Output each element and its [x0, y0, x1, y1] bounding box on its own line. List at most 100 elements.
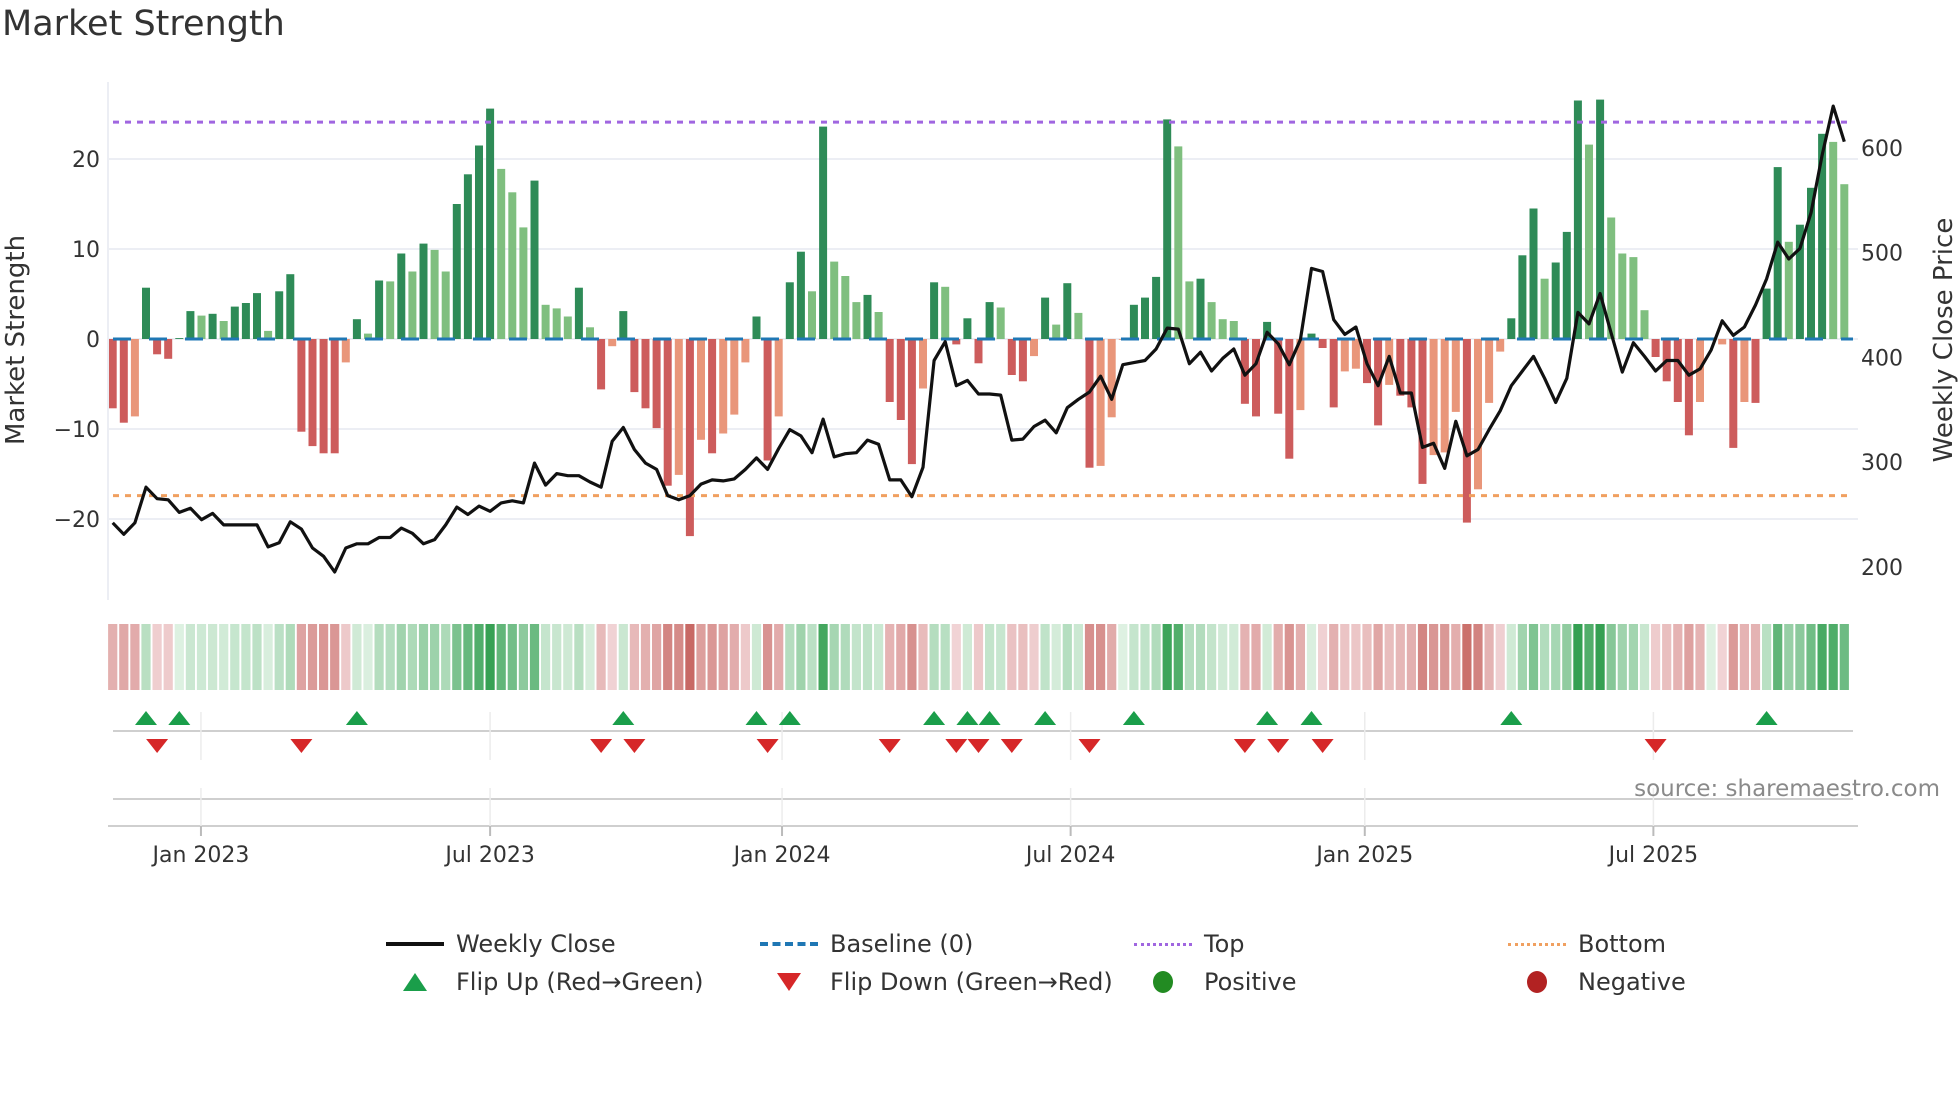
- strength-bar: [352, 319, 361, 339]
- legend-top[interactable]: Top: [1134, 930, 1245, 958]
- heatmap-cell: [1651, 624, 1661, 690]
- heatmap-cell: [1251, 624, 1261, 690]
- heatmap-cell: [1795, 624, 1805, 690]
- heatmap-cell: [1018, 624, 1028, 690]
- legend-flip-down[interactable]: Flip Down (Green→Red): [760, 968, 1113, 996]
- strength-bar: [752, 316, 761, 339]
- heatmap-cell: [718, 624, 728, 690]
- flip-up-marker: [345, 711, 368, 725]
- heatmap-cell: [196, 624, 207, 690]
- flip-down-marker: [756, 739, 779, 753]
- circle-icon: [1134, 971, 1192, 993]
- strength-bar: [319, 339, 328, 454]
- heatmap-cell: [729, 624, 739, 690]
- heatmap-cell: [363, 624, 373, 690]
- heatmap-cell: [330, 624, 340, 690]
- strength-bar: [1063, 283, 1072, 339]
- strength-bar: [286, 274, 295, 339]
- strength-bar: [963, 318, 972, 339]
- strength-bars: [108, 99, 1849, 537]
- heatmap-cell: [1406, 624, 1416, 690]
- strength-bar: [1629, 257, 1638, 339]
- legend-flip-up[interactable]: Flip Up (Red→Green): [386, 968, 704, 996]
- heatmap-cell: [785, 624, 795, 690]
- strength-bar: [497, 168, 506, 339]
- heatmap-cell: [430, 624, 440, 690]
- strength-bar: [1174, 146, 1183, 339]
- heatmap-cell: [452, 624, 462, 690]
- legend-negative[interactable]: Negative: [1508, 968, 1686, 996]
- heatmap-cell: [1062, 624, 1072, 690]
- strength-bar: [241, 303, 250, 339]
- strength-bar: [1718, 339, 1727, 345]
- strength-bar: [1152, 276, 1161, 339]
- strength-bar: [563, 316, 572, 339]
- heatmap-cell: [1628, 624, 1638, 690]
- heatmap-cell: [241, 624, 251, 690]
- heatmap-cell: [141, 624, 151, 690]
- source-label: source: sharemaestro.com: [1634, 776, 1940, 802]
- heatmap-cell: [951, 624, 961, 690]
- legend-positive[interactable]: Positive: [1134, 968, 1297, 996]
- heatmap-cell: [818, 624, 828, 690]
- strength-bar: [641, 339, 650, 409]
- strength-bar: [1329, 339, 1338, 408]
- heatmap-cell: [418, 624, 429, 690]
- strength-bar: [1107, 339, 1116, 418]
- heatmap-cell: [763, 624, 773, 690]
- strength-bar: [619, 311, 628, 339]
- heatmap-cell: [1684, 624, 1694, 690]
- y2-tick-label: 400: [1861, 346, 1903, 371]
- flip-down-marker: [1267, 739, 1290, 753]
- heatmap-cell: [996, 624, 1006, 690]
- heatmap-cell: [707, 624, 717, 690]
- heatmap-cell: [319, 624, 329, 690]
- strength-bar: [652, 339, 661, 429]
- heatmap-cell: [1306, 624, 1317, 690]
- heatmap-cell: [840, 624, 850, 690]
- legend-weekly-close[interactable]: Weekly Close: [386, 930, 616, 958]
- flip-down-marker: [878, 739, 901, 753]
- flip-up-marker: [1755, 711, 1778, 725]
- legend-label: Bottom: [1578, 930, 1667, 958]
- strength-bar: [597, 339, 606, 390]
- strength-bar: [1196, 278, 1205, 339]
- heatmap-cell: [474, 624, 484, 690]
- x-tick-label: Jul 2024: [1024, 843, 1116, 868]
- strength-bar: [230, 306, 239, 339]
- strength-bar: [1007, 339, 1016, 375]
- strength-bar: [419, 243, 428, 339]
- heatmap-cell: [1229, 624, 1239, 690]
- heatmap-cell: [174, 624, 184, 690]
- heatmap-cell: [918, 624, 928, 690]
- heatmap-cell: [640, 624, 651, 690]
- strength-bar: [441, 271, 450, 339]
- legend-bottom[interactable]: Bottom: [1508, 930, 1666, 958]
- heatmap-cell: [973, 624, 984, 690]
- strength-bar: [697, 339, 705, 440]
- heatmap-cell: [541, 624, 551, 690]
- heatmap-cell: [441, 624, 451, 690]
- strength-bar: [974, 339, 983, 364]
- strength-bar: [308, 339, 317, 447]
- heatmap-cell: [1517, 624, 1527, 690]
- strength-bar: [1507, 318, 1516, 339]
- triangle-down-icon: [760, 972, 818, 992]
- strength-bar: [730, 339, 739, 415]
- heatmap-cell: [552, 624, 562, 690]
- legend-baseline[interactable]: Baseline (0): [760, 930, 973, 958]
- strength-bar: [408, 271, 417, 339]
- strength-bar: [719, 339, 728, 434]
- x-tick-label: Jul 2023: [443, 843, 535, 868]
- strength-bar: [186, 311, 195, 339]
- strength-bar: [763, 339, 772, 461]
- heatmap-cell: [1073, 624, 1083, 690]
- heatmap-cell: [1462, 624, 1472, 690]
- strength-bar: [142, 287, 150, 339]
- heatmap-cell: [1295, 624, 1305, 690]
- heatmap-cell: [152, 624, 162, 690]
- strength-bar: [852, 302, 861, 339]
- strength-bar: [985, 302, 994, 339]
- heatmap-cell: [119, 624, 129, 690]
- heatmap-cell: [1395, 624, 1405, 690]
